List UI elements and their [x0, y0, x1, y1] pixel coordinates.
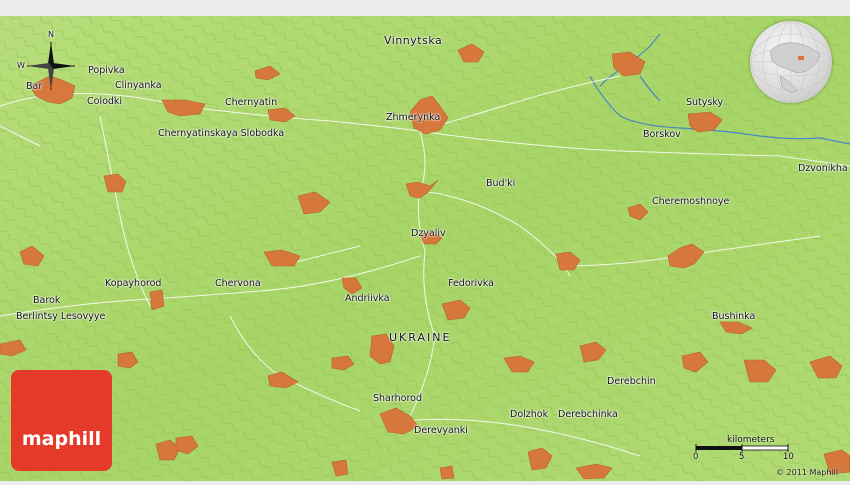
place-label-chervona: Chervona — [215, 278, 261, 289]
scale-bar — [695, 436, 815, 466]
scale-tick-0: 0 — [693, 452, 699, 462]
place-label-popivka: Popivka — [88, 65, 125, 76]
place-label-dzyaliv: Dzyaliv — [411, 228, 446, 239]
scale-tick-10: 10 — [783, 452, 794, 462]
logo-text: maphill — [21, 428, 102, 450]
place-label-sutysky: Sutysky — [686, 97, 724, 108]
compass-north-label: N — [48, 30, 54, 39]
place-label-zhmerynka: Zhmerynka — [386, 112, 441, 123]
place-label-sharhorod: Sharhorod — [373, 393, 422, 404]
place-label-cheremoshnoye: Cheremoshnoye — [652, 196, 730, 207]
place-label-clinyanka: Clinyanka — [115, 80, 162, 91]
place-label-chernyatinskaya-slobodka: Chernyatinskaya Slobodka — [158, 128, 285, 139]
place-label-vinnytska: Vinnytska — [384, 34, 443, 47]
copyright-notice: © 2011 Maphill — [776, 468, 839, 477]
place-label-chernyatin: Chernyatin — [225, 97, 278, 108]
place-label-derevyanki: Derevyanki — [414, 425, 468, 436]
maphill-logo[interactable]: maphill — [11, 370, 112, 471]
place-label-budki: Bud'ki — [486, 178, 516, 189]
place-label-kopayhorod: Kopayhorod — [105, 278, 162, 289]
place-label-bushinka: Bushinka — [712, 311, 756, 322]
place-label-andriivka: Andriivka — [345, 293, 390, 304]
place-label-barok: Barok — [33, 295, 61, 306]
place-label-berlintsy-lesovyye: Berlintsy Lesovyye — [16, 311, 106, 322]
country-label: UKRAINE — [389, 331, 452, 344]
place-label-borskov: Borskov — [643, 129, 681, 140]
place-label-derebchin: Derebchin — [607, 376, 656, 387]
compass-west-label: W — [17, 61, 25, 70]
place-label-fedorivka: Fedorivka — [448, 278, 494, 289]
scale-tick-5: 5 — [739, 452, 745, 462]
place-label-dzvonikha: Dzvonikha — [798, 163, 848, 174]
globe-locator-icon — [750, 21, 832, 103]
place-label-derebchinka: Derebchinka — [558, 409, 618, 420]
place-label-dolzhok: Dolzhok — [510, 409, 549, 420]
place-label-bar: Bar — [26, 81, 43, 92]
place-label-colodki: Colodki — [87, 96, 123, 107]
